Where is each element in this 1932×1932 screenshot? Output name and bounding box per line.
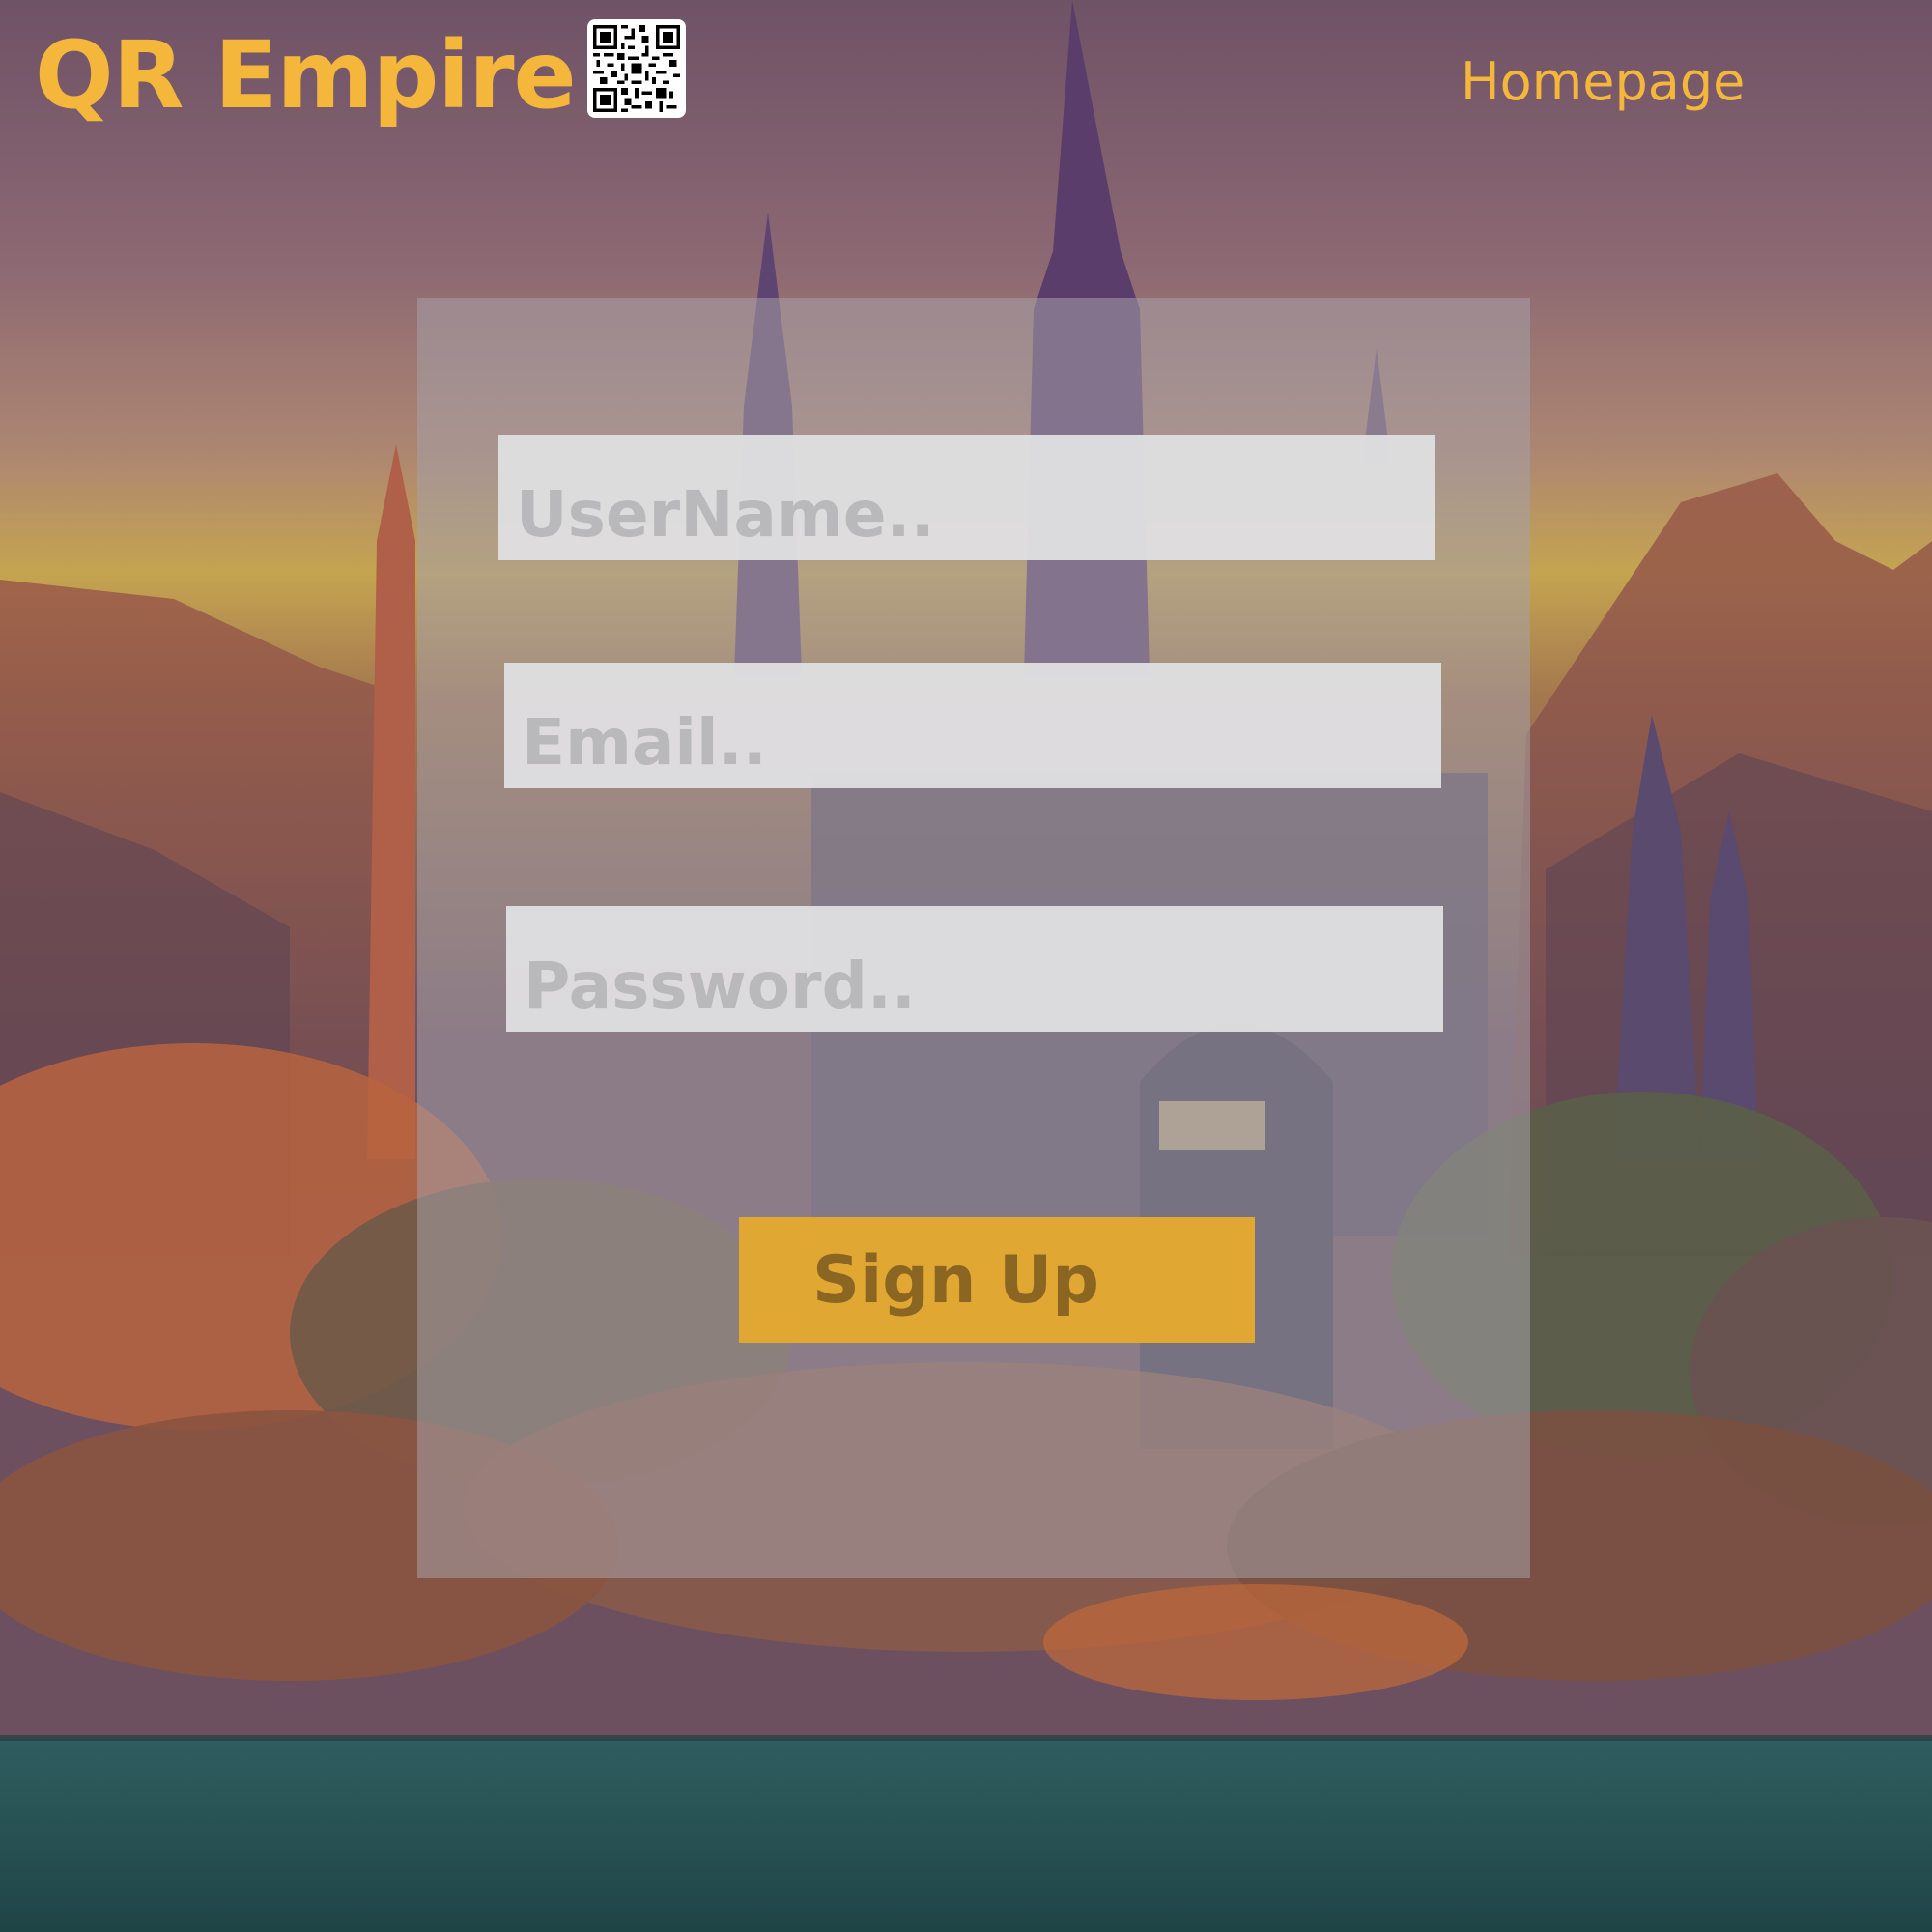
brand-name[interactable]: QR Empire — [35, 17, 577, 133]
sign-up-button[interactable]: Sign Up — [739, 1217, 1255, 1343]
signup-page: QR Empire Homepage UserName.. Email.. Si… — [0, 0, 1932, 1932]
username-input[interactable] — [498, 435, 1435, 560]
signup-form: Sign Up — [417, 298, 1530, 1578]
email-input[interactable] — [504, 663, 1441, 788]
qr-code-icon — [587, 19, 686, 118]
nav-homepage-link[interactable]: Homepage — [1461, 48, 1745, 116]
password-input[interactable] — [506, 906, 1443, 1032]
top-bar: QR Empire Homepage — [0, 0, 1932, 164]
